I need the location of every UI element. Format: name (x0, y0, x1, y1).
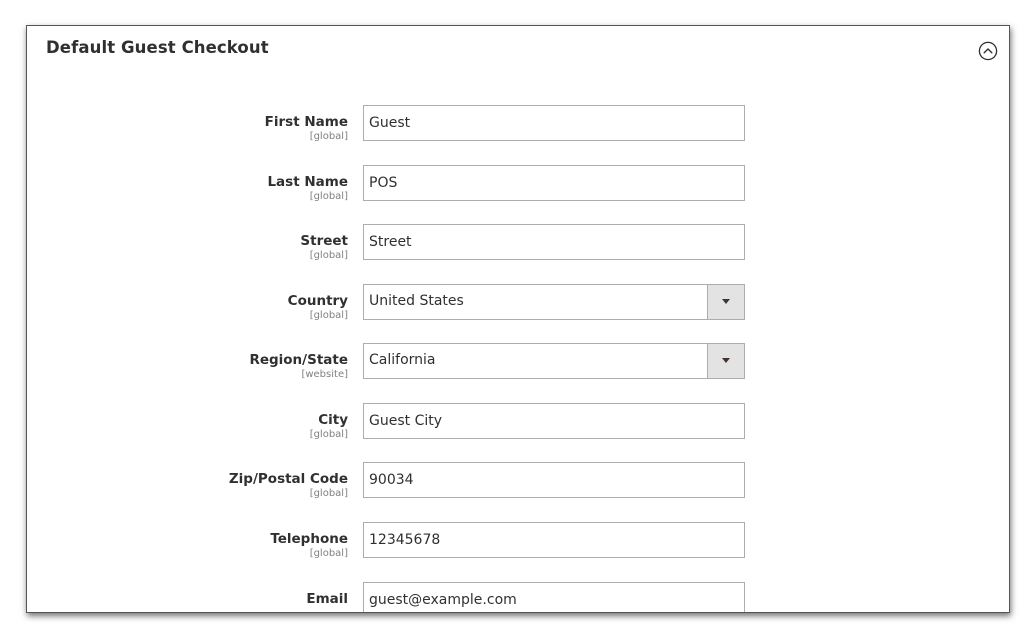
caret-down-icon (722, 299, 730, 304)
field-row-last-name: Last Name [global] (27, 165, 1009, 202)
zip-postal-code-input[interactable] (363, 462, 745, 498)
field-label: Last Name (267, 174, 348, 190)
field-scope: [global] (309, 488, 348, 499)
field-row-first-name: First Name [global] (27, 105, 1009, 142)
region-state-select-value: California (369, 352, 436, 368)
field-scope: [global] (309, 191, 348, 202)
field-scope: [global] (309, 310, 348, 321)
field-scope: [global] (309, 131, 348, 142)
section-title[interactable]: Default Guest Checkout (46, 38, 269, 57)
field-scope: [global] (309, 429, 348, 440)
field-row-zip-postal-code: Zip/Postal Code [global] (27, 462, 1009, 499)
country-select-button[interactable] (707, 285, 744, 319)
country-select-value: United States (369, 293, 464, 309)
region-state-select-button[interactable] (707, 344, 744, 378)
field-label: Zip/Postal Code (228, 471, 348, 487)
field-label: City (318, 412, 348, 428)
first-name-input[interactable] (363, 105, 745, 141)
email-input[interactable] (363, 582, 745, 612)
caret-down-icon (722, 358, 730, 363)
field-row-telephone: Telephone [global] (27, 522, 1009, 559)
field-label: First Name (264, 114, 348, 130)
field-row-street: Street [global] (27, 224, 1009, 261)
last-name-input[interactable] (363, 165, 745, 201)
field-row-region-state: Region/State [website] California (27, 343, 1009, 380)
field-label: Country (287, 293, 348, 309)
country-select[interactable]: United States (363, 284, 745, 320)
field-scope: [website] (301, 369, 348, 380)
field-label: Street (300, 233, 348, 249)
telephone-input[interactable] (363, 522, 745, 558)
config-section-panel: Default Guest Checkout First Name [globa… (26, 25, 1010, 613)
field-label: Email (306, 591, 348, 607)
field-row-email: Email (27, 582, 1009, 612)
field-row-country: Country [global] United States (27, 284, 1009, 321)
field-scope: [global] (309, 548, 348, 559)
region-state-select[interactable]: California (363, 343, 745, 379)
collapse-section-button[interactable] (978, 41, 998, 61)
city-input[interactable] (363, 403, 745, 439)
street-input[interactable] (363, 224, 745, 260)
field-label: Region/State (249, 352, 348, 368)
chevron-up-circle-icon (978, 41, 998, 61)
field-scope: [global] (309, 250, 348, 261)
field-row-city: City [global] (27, 403, 1009, 440)
field-label: Telephone (270, 531, 348, 547)
